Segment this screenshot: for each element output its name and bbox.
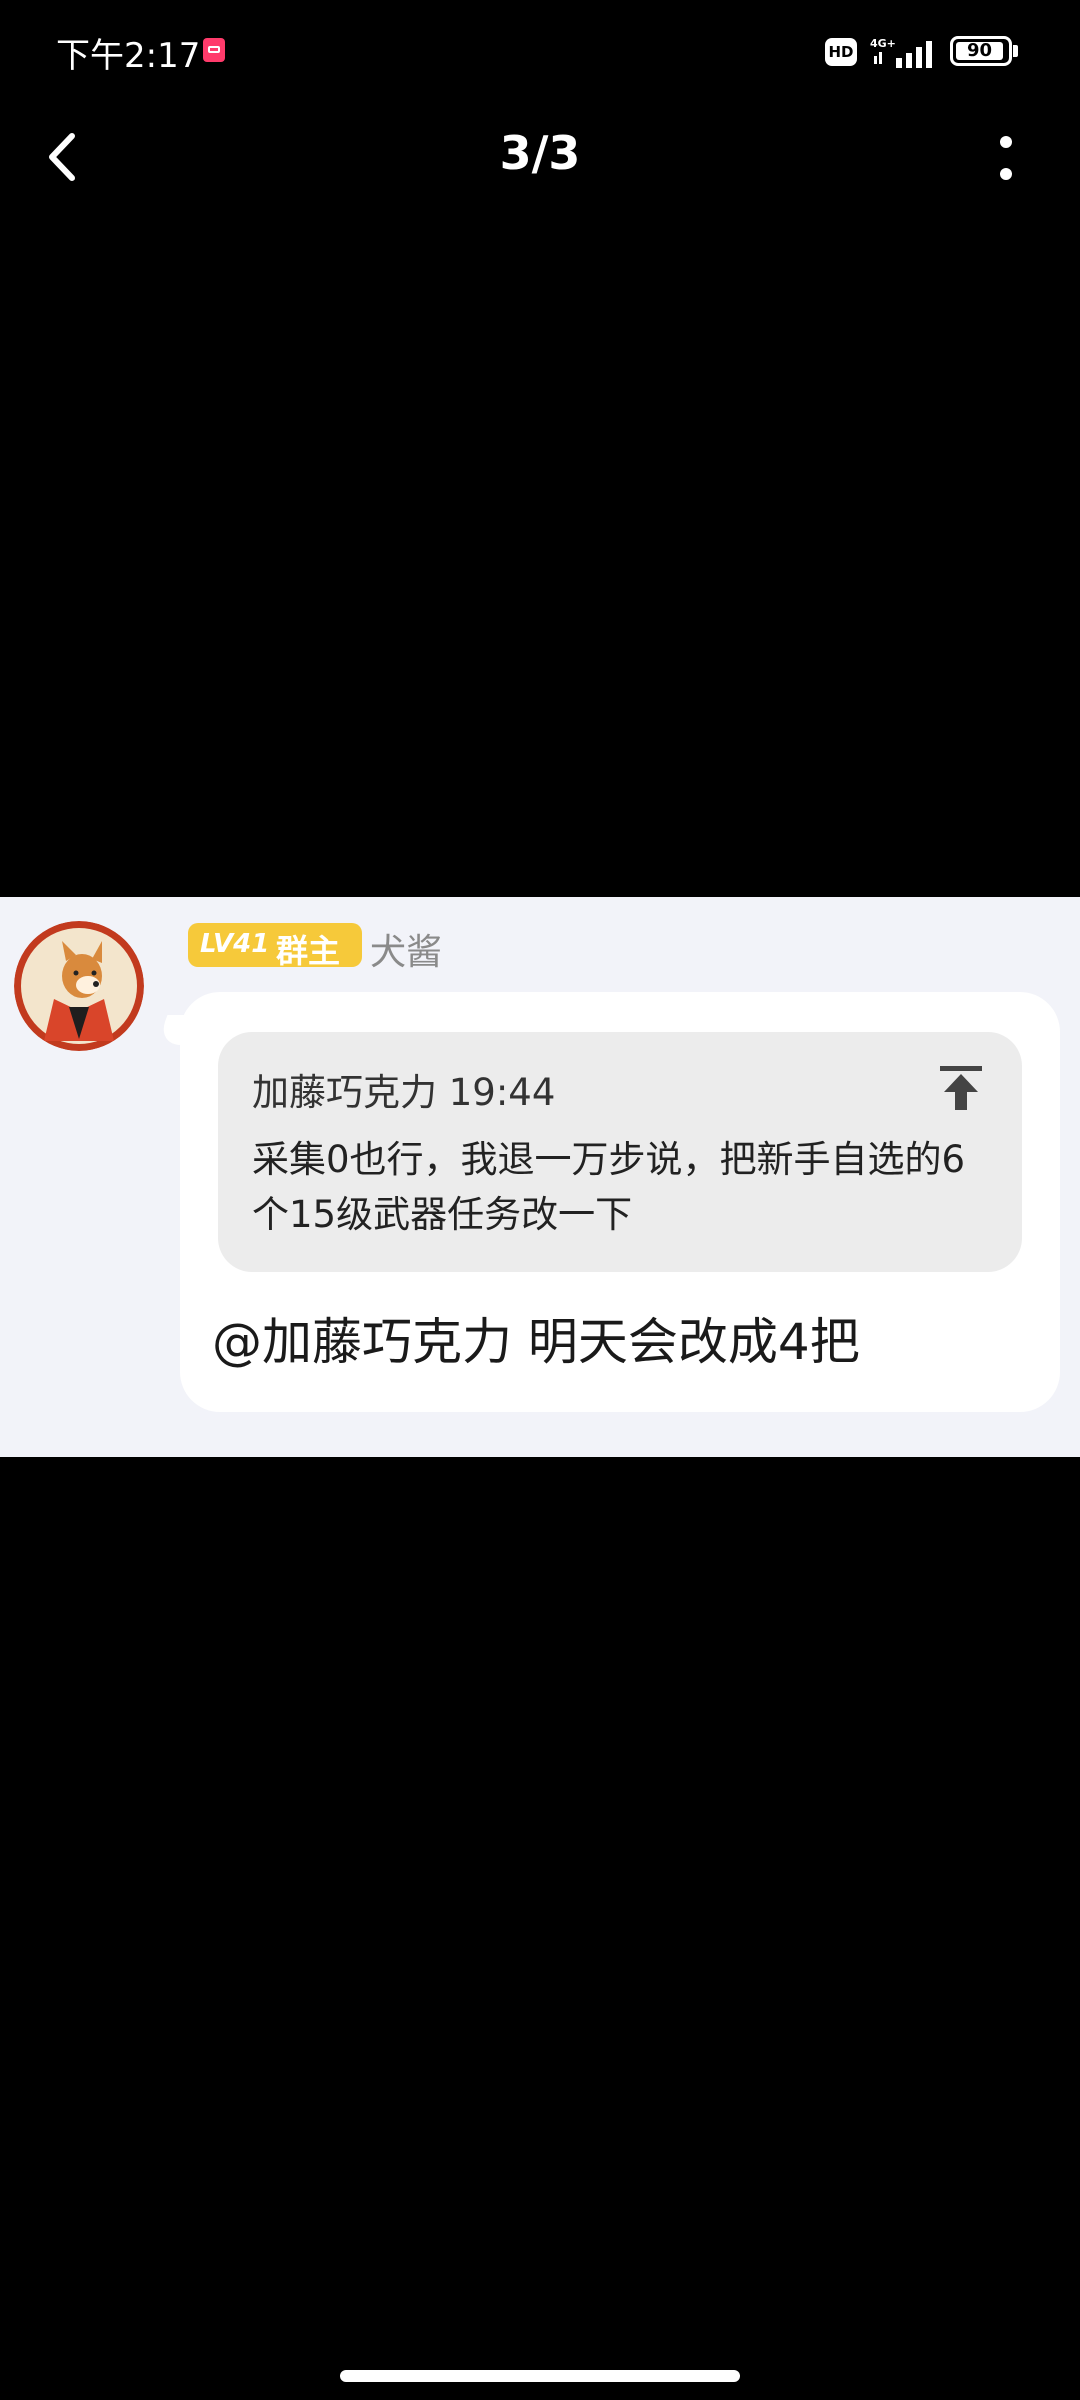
- level-badge-text: LV41: [200, 929, 270, 959]
- status-bar: 下午2:17 HD 4G+ 90: [0, 0, 1080, 104]
- signal-icon: 4G+: [870, 38, 932, 68]
- battery-tip: [1013, 45, 1018, 57]
- page-counter: 3/3: [499, 126, 581, 180]
- reply-text: @加藤巧克力 明天会改成4把: [212, 1313, 860, 1371]
- quote-author-time: 加藤巧克力 19:44: [252, 1071, 556, 1114]
- more-vertical-icon: [1000, 136, 1012, 148]
- sender-name: 犬酱: [370, 932, 443, 973]
- image-viewer-screen: 下午2:17 HD 4G+ 90 3/3 LV41 群主 犬酱 加藤巧克力 19…: [0, 0, 1080, 2400]
- shiba-avatar-icon: [14, 921, 144, 1051]
- home-indicator[interactable]: [340, 2370, 740, 2382]
- level-badge: LV41 群主: [188, 923, 362, 970]
- battery-level: 90: [956, 42, 1003, 60]
- hd-badge: HD: [825, 38, 857, 66]
- avatar: [14, 921, 144, 1051]
- role-badge: 群主: [276, 932, 341, 970]
- network-type-label: 4G+: [870, 38, 896, 50]
- battery-icon: 90: [950, 36, 1012, 66]
- quoted-message[interactable]: 加藤巧克力 19:44 采集0也行，我退一万步说，把新手自选的6个15级武器任务…: [218, 1032, 1022, 1272]
- upload-arrow-icon: [940, 1066, 982, 1110]
- top-navigation: 3/3: [0, 104, 1080, 212]
- scroll-to-top-icon[interactable]: [938, 1064, 984, 1114]
- notification-app-icon: [203, 38, 225, 62]
- quote-body: 采集0也行，我退一万步说，把新手自选的6个15级武器任务改一下: [252, 1138, 966, 1236]
- status-time: 下午2:17: [56, 36, 201, 76]
- chat-screenshot-image[interactable]: LV41 群主 犬酱 加藤巧克力 19:44 采集0也行，我退一万步说，把新手自…: [0, 897, 1080, 1457]
- message-bubble[interactable]: 加藤巧克力 19:44 采集0也行，我退一万步说，把新手自选的6个15级武器任务…: [180, 992, 1060, 1412]
- more-dot: [1000, 168, 1012, 180]
- more-options-button[interactable]: [980, 124, 1032, 194]
